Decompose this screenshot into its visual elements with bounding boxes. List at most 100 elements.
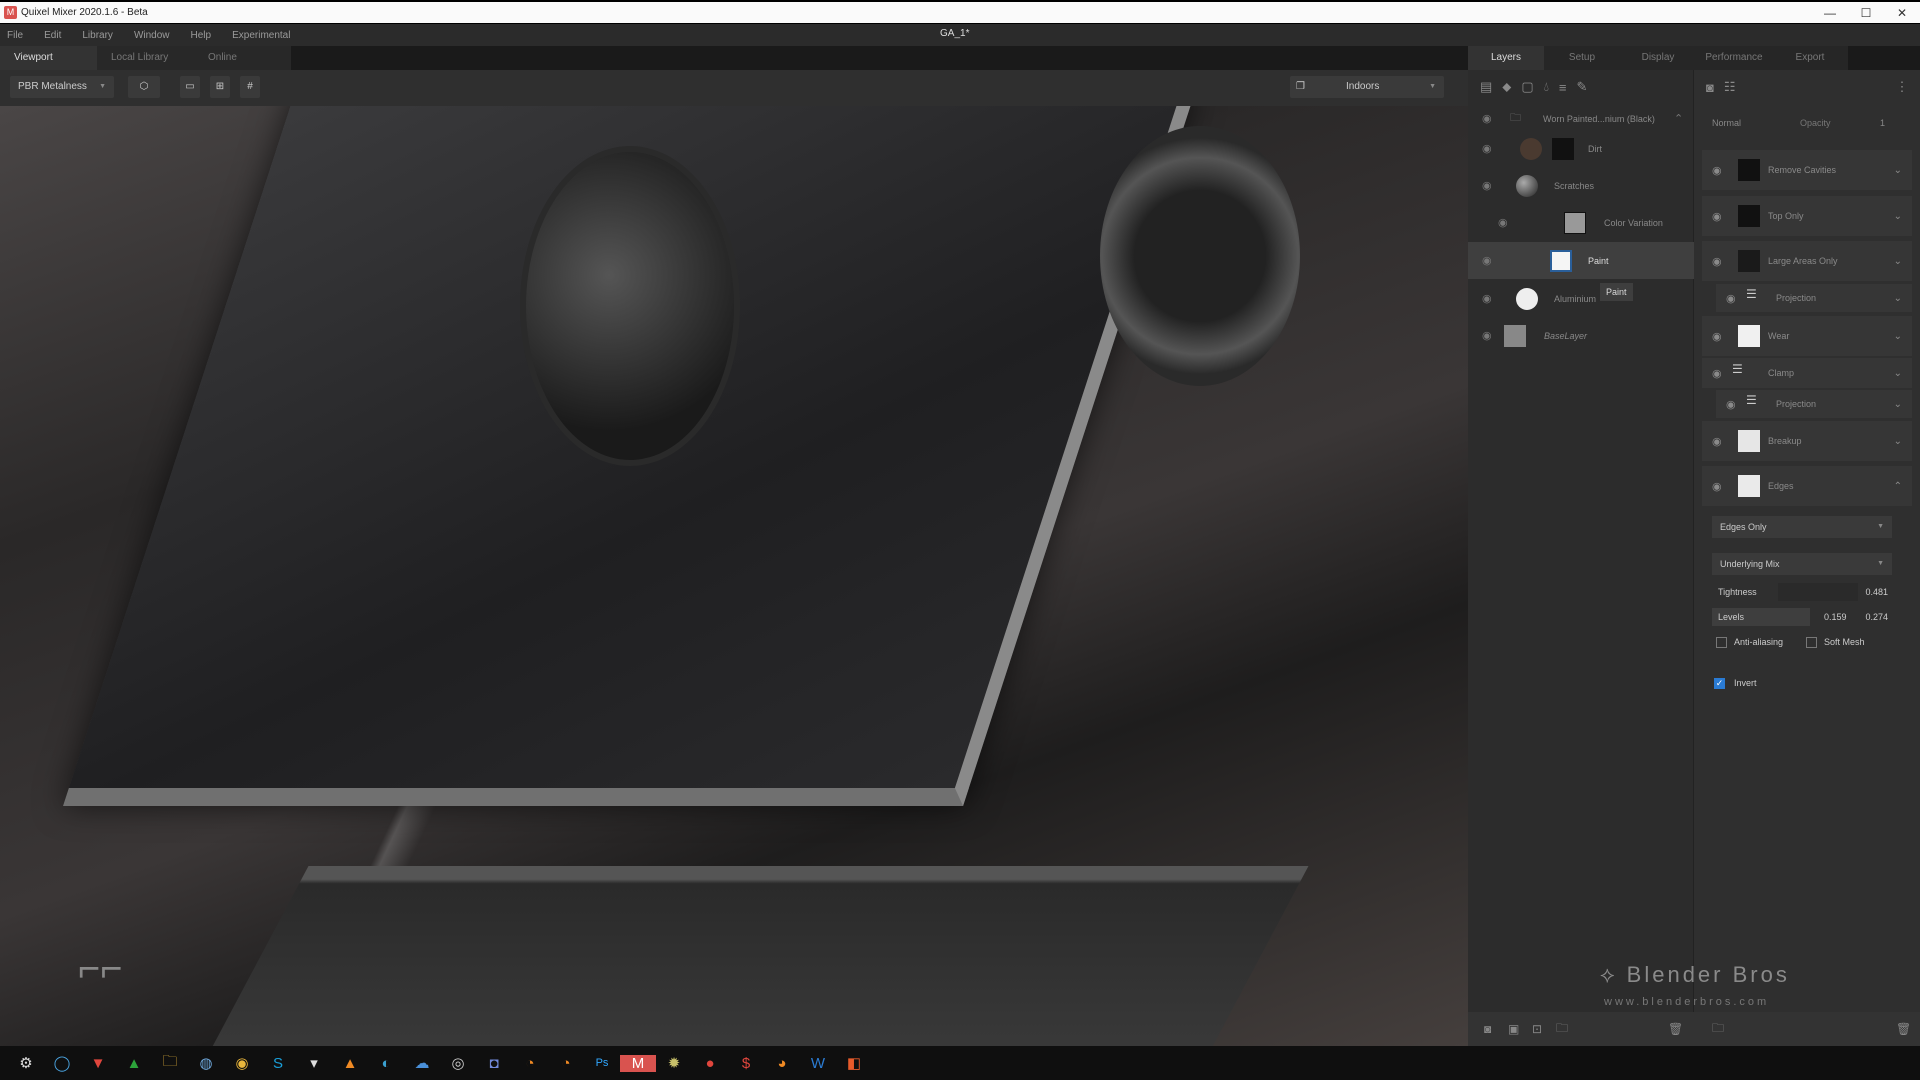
tab-display[interactable]: Display	[1620, 46, 1696, 70]
globe-icon[interactable]: ◍	[188, 1054, 224, 1072]
eye-icon[interactable]: ◉	[1726, 398, 1736, 411]
add-layer-icon[interactable]: ▤	[1480, 79, 1492, 95]
cortana-icon[interactable]: ◯	[44, 1054, 80, 1072]
mask-item[interactable]: ◉ Wear ⌄	[1702, 316, 1912, 356]
3d-viewport[interactable]: ⌐⌐	[0, 106, 1468, 1046]
grid-view-icon[interactable]: #	[240, 76, 260, 98]
chevron-down-icon[interactable]: ⌄	[1894, 165, 1902, 176]
levels-low-value[interactable]: 0.159	[1824, 607, 1847, 627]
levels-slider[interactable]: Levels 0.159 0.274	[1712, 607, 1892, 627]
folder-icon[interactable]: 🗀	[1712, 1019, 1724, 1040]
mask-icon[interactable]: ◙	[1706, 80, 1714, 95]
green-app-icon[interactable]: ▲	[116, 1055, 152, 1072]
single-view-icon[interactable]: ▭	[180, 76, 200, 98]
maximize-button[interactable]: ☐	[1848, 2, 1884, 24]
edge-icon[interactable]: ◐	[368, 1055, 404, 1072]
eye-icon[interactable]: ◉	[1482, 179, 1492, 192]
add-mask-icon[interactable]: ◙	[1484, 1022, 1491, 1036]
chevron-down-icon[interactable]: ⌄	[1894, 331, 1902, 342]
mask-item-expanded[interactable]: ◉ Edges ⌃	[1702, 466, 1912, 506]
menu-file[interactable]: File	[7, 30, 23, 41]
levels-high-value[interactable]: 0.274	[1865, 607, 1888, 627]
tab-performance[interactable]: Performance	[1696, 46, 1772, 70]
eye-icon[interactable]: ◉	[1482, 292, 1492, 305]
mixer-icon[interactable]: M	[620, 1054, 656, 1072]
menu-experimental[interactable]: Experimental	[232, 30, 290, 41]
steam-icon[interactable]: ⚙	[8, 1054, 44, 1072]
add-fill-icon[interactable]: ▣	[1508, 1022, 1519, 1036]
eye-icon[interactable]: ◉	[1712, 480, 1722, 493]
tab-setup[interactable]: Setup	[1544, 46, 1620, 70]
folder-icon[interactable]: 🗀	[1556, 1019, 1568, 1040]
layer-item[interactable]: ◉ Aluminium	[1468, 280, 1694, 317]
surface-icon[interactable]: ⬥	[1502, 79, 1511, 95]
tightness-slider[interactable]: Tightness 0.481	[1712, 582, 1892, 602]
eye-icon[interactable]: ◉	[1712, 367, 1722, 380]
chevron-down-icon[interactable]: ⌄	[1894, 293, 1902, 304]
chevron-down-icon[interactable]: ⌄	[1894, 256, 1902, 267]
paint-brush-icon[interactable]: ✎	[1577, 79, 1588, 95]
anti-aliasing-checkbox[interactable]	[1716, 637, 1727, 648]
drop-icon[interactable]: 💧︎	[1544, 79, 1549, 95]
cloud-icon[interactable]: ☁	[404, 1054, 440, 1072]
layer-item[interactable]: ◉ Dirt	[1468, 130, 1694, 167]
mask-subitem[interactable]: ◉ ☰ Projection ⌄	[1716, 390, 1912, 418]
skype-icon[interactable]: S	[260, 1055, 296, 1072]
chrome-icon[interactable]: ◉	[224, 1054, 260, 1072]
eye-icon[interactable]: ◉	[1482, 329, 1492, 342]
adjust-icon[interactable]: ☷	[1724, 79, 1736, 95]
office-icon[interactable]: ◧	[836, 1054, 872, 1072]
menu-help[interactable]: Help	[191, 30, 212, 41]
layer-item[interactable]: ◉ BaseLayer	[1468, 317, 1694, 354]
soft-mesh-checkbox[interactable]	[1806, 637, 1817, 648]
eye-icon[interactable]: ◉	[1712, 164, 1722, 177]
word-icon[interactable]: W	[800, 1055, 836, 1072]
chevron-up-icon[interactable]: ⌃	[1674, 112, 1683, 125]
eye-icon[interactable]: ◉	[1712, 255, 1722, 268]
tab-export[interactable]: Export	[1772, 46, 1848, 70]
tab-online[interactable]: Online	[194, 46, 291, 70]
eye-icon[interactable]: ◉	[1712, 330, 1722, 343]
tab-layers[interactable]: Layers	[1468, 46, 1544, 70]
blender-icon[interactable]: ◔	[512, 1055, 548, 1072]
red-app-icon[interactable]: ●	[692, 1055, 728, 1072]
opacity-value[interactable]: 1	[1880, 118, 1885, 128]
environment-dropdown[interactable]: ❐ Indoors ▼	[1290, 76, 1444, 98]
eye-icon[interactable]: ◉	[1482, 142, 1492, 155]
more-icon[interactable]: ⋮	[1896, 79, 1909, 95]
delete-layer-icon[interactable]: 🗑	[1668, 1022, 1683, 1036]
mask-item[interactable]: ◉ Top Only ⌄	[1702, 196, 1912, 236]
vivaldi-icon[interactable]: ▼	[80, 1055, 116, 1072]
menu-window[interactable]: Window	[134, 30, 170, 41]
vlc-icon[interactable]: ▲	[332, 1055, 368, 1072]
chevron-up-icon[interactable]: ⌃	[1894, 481, 1902, 492]
blender-icon[interactable]: ◔	[548, 1055, 584, 1072]
invert-checkbox[interactable]: ✓	[1714, 678, 1725, 689]
chevron-down-icon[interactable]: ⌄	[1894, 368, 1902, 379]
fox-icon[interactable]: ▾	[296, 1054, 332, 1072]
quad-view-icon[interactable]: ⊞	[210, 76, 230, 98]
settings-icon[interactable]: ✹	[656, 1054, 692, 1072]
close-button[interactable]: ✕	[1884, 2, 1920, 24]
tightness-track[interactable]	[1778, 583, 1858, 601]
delete-mask-icon[interactable]: 🗑	[1896, 1022, 1911, 1036]
mask-subitem[interactable]: ◉ ☰ Projection ⌄	[1716, 284, 1912, 312]
file-explorer-icon[interactable]: 🗀	[152, 1051, 188, 1076]
eye-icon[interactable]: ◉	[1498, 216, 1508, 229]
eye-icon[interactable]: ◉	[1712, 210, 1722, 223]
layer-item-selected[interactable]: ◉ Paint	[1468, 242, 1694, 279]
obs-icon[interactable]: ◎	[440, 1054, 476, 1072]
chevron-down-icon[interactable]: ⌄	[1894, 211, 1902, 222]
menu-library[interactable]: Library	[82, 30, 113, 41]
layer-item[interactable]: ◉ Scratches	[1468, 167, 1694, 204]
mask-item[interactable]: ◉ Large Areas Only ⌄	[1702, 241, 1912, 281]
menu-edit[interactable]: Edit	[44, 30, 61, 41]
mask-item[interactable]: ◉ ☰ Clamp ⌄	[1702, 358, 1912, 388]
add-group-icon[interactable]: ⊡	[1532, 1022, 1542, 1036]
mask-item[interactable]: ◉ Breakup ⌄	[1702, 421, 1912, 461]
tightness-value[interactable]: 0.481	[1865, 582, 1888, 602]
cube-icon[interactable]: ⬡	[128, 76, 160, 98]
eye-icon[interactable]: ◉	[1726, 292, 1736, 305]
stack-icon[interactable]: ≡	[1559, 80, 1567, 95]
discord-icon[interactable]: ◘	[476, 1055, 512, 1072]
